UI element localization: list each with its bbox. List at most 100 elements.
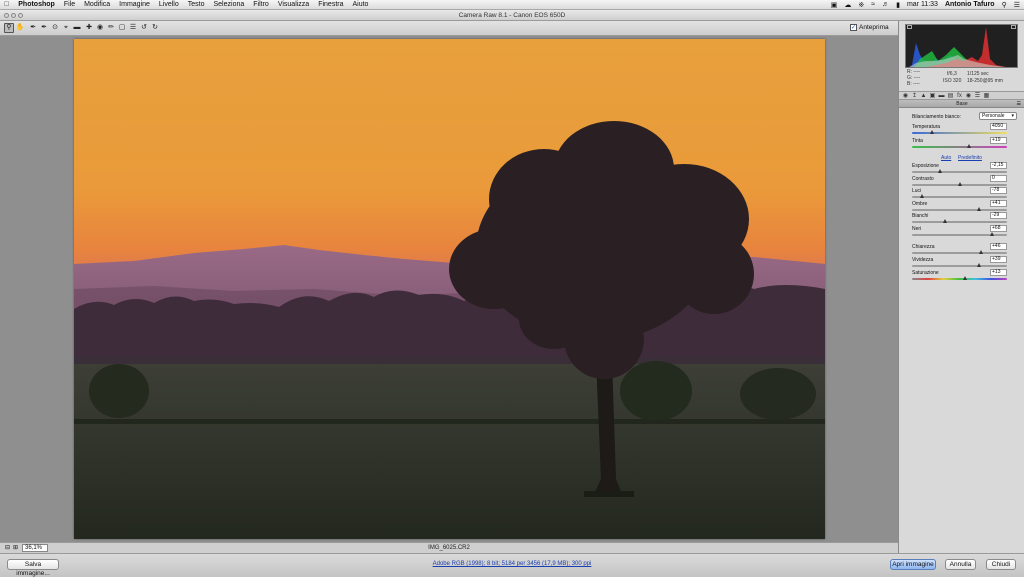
menu-livello[interactable]: Livello [159, 1, 179, 8]
cloud-icon[interactable]: ☁ [844, 1, 851, 9]
slider-label: Tinta [912, 138, 923, 144]
menu-aiuto[interactable]: Aiuto [353, 1, 369, 8]
slider-thumb[interactable] [967, 144, 971, 148]
preferences-icon[interactable]: ☰ [128, 23, 138, 33]
slider-track[interactable] [912, 144, 1007, 148]
slider-label: Ombre [912, 201, 928, 207]
tab-tone-curve-icon[interactable]: ↥ [911, 93, 918, 100]
slider-thumb[interactable] [976, 207, 981, 211]
slider-track[interactable] [912, 194, 1007, 198]
tab-effects-icon[interactable]: fx [956, 93, 963, 100]
menu-visualizza[interactable]: Visualizza [278, 1, 309, 8]
menu-testo[interactable]: Testo [188, 1, 205, 8]
shadow-clipping-warning-icon[interactable] [907, 25, 912, 29]
slider-value-input[interactable]: -2,15 [990, 162, 1007, 169]
slider-track[interactable] [912, 219, 1007, 223]
menu-immagine[interactable]: Immagine [119, 1, 150, 8]
targeted-adjustment-tool-icon[interactable]: ⊙ [50, 23, 60, 33]
spot-removal-tool-icon[interactable]: ✚ [84, 23, 94, 33]
slider-thumb[interactable] [976, 263, 981, 267]
slider-value-input[interactable]: -78 [990, 187, 1007, 194]
tab-presets-icon[interactable]: ☰ [974, 93, 981, 100]
slider-track[interactable] [912, 250, 1007, 254]
notifications-icon[interactable]: ☰ [1014, 1, 1020, 9]
menu-file[interactable]: File [64, 1, 75, 8]
menu-modifica[interactable]: Modifica [84, 1, 110, 8]
menu-app-name[interactable]: Photoshop [18, 1, 55, 8]
open-image-button[interactable]: Apri immagine [890, 559, 936, 570]
workflow-options-link[interactable]: Adobe RGB (1998); 8 bit; 5184 per 3456 (… [0, 561, 1024, 567]
red-eye-tool-icon[interactable]: ◉ [95, 23, 105, 33]
slider-value-input[interactable]: +39 [990, 256, 1007, 263]
chevron-down-icon: ▾ [1011, 113, 1014, 119]
user-name[interactable]: Antonio Tafuro [945, 1, 995, 8]
tab-camera-calibration-icon[interactable]: ◉ [965, 93, 972, 100]
slider-value-input[interactable]: +46 [990, 243, 1007, 250]
window-title: Camera Raw 8.1 - Canon EOS 650D [458, 12, 566, 19]
panel-menu-icon[interactable]: ☰ [1017, 101, 1021, 107]
white-balance-select[interactable]: Personale ▾ [979, 112, 1017, 120]
slider-track[interactable] [912, 130, 1007, 134]
graduated-filter-icon[interactable]: ▢ [117, 23, 127, 33]
close-button[interactable]: Chiudi [986, 559, 1016, 570]
slider-track[interactable] [912, 232, 1007, 236]
slider-track[interactable] [912, 276, 1007, 280]
slider-track[interactable] [912, 169, 1007, 173]
cancel-button[interactable]: Annulla [945, 559, 976, 570]
slider-thumb[interactable] [943, 219, 948, 223]
slider-label: Esposizione [912, 163, 939, 169]
slider-thumb[interactable] [920, 194, 925, 198]
menu-seleziona[interactable]: Seleziona [214, 1, 245, 8]
menu-filtro[interactable]: Filtro [253, 1, 269, 8]
tab-basic-icon[interactable]: ◉ [902, 93, 909, 100]
slider-track[interactable] [912, 263, 1007, 267]
clock[interactable]: mar 11:33 [907, 1, 938, 8]
white-balance-tool-icon[interactable]: ✒ [28, 23, 38, 33]
file-name: IMG_6025.CR2 [428, 545, 470, 551]
slider-value-input[interactable]: +41 [990, 200, 1007, 207]
straighten-tool-icon[interactable]: ▬ [72, 23, 82, 33]
auto-link[interactable]: Auto [941, 155, 951, 161]
color-sampler-tool-icon[interactable]: ✒ [39, 23, 49, 33]
zoom-tool-icon[interactable]: ⚲ [4, 23, 14, 33]
slider-value-input[interactable]: 4050 [990, 123, 1007, 130]
window-title-bar: Camera Raw 8.1 - Canon EOS 650D [0, 10, 1024, 21]
tab-lens-icon[interactable]: ▤ [947, 93, 954, 100]
tab-hsl-icon[interactable]: ▣ [929, 93, 936, 100]
status-icon[interactable]: ▣ [831, 1, 838, 9]
slider-value-input[interactable]: -29 [990, 212, 1007, 219]
wifi-icon[interactable]: ≈ [871, 1, 875, 8]
preview-toggle[interactable]: ✓ Anteprima [850, 24, 889, 31]
slider-thumb[interactable] [937, 169, 942, 173]
slider-value-input[interactable]: +13 [990, 269, 1007, 276]
spotlight-icon[interactable]: ⚲ [1002, 1, 1007, 9]
slider-value-input[interactable]: 0 [990, 175, 1007, 182]
slider-track[interactable] [912, 207, 1007, 211]
default-link[interactable]: Predefinito [958, 155, 982, 161]
apple-icon[interactable]:  [4, 1, 9, 8]
battery-icon[interactable]: ▮ [896, 1, 900, 9]
bluetooth-icon[interactable]: ※ [858, 1, 864, 9]
slider-thumb[interactable] [957, 182, 962, 186]
tab-detail-icon[interactable]: ▲ [920, 93, 927, 100]
slider-thumb[interactable] [989, 232, 994, 236]
image-canvas[interactable] [0, 36, 898, 542]
slider-thumb[interactable] [979, 250, 984, 254]
slider-thumb[interactable] [929, 130, 934, 134]
hand-tool-icon[interactable]: ✋ [15, 23, 25, 33]
tab-split-toning-icon[interactable]: ▬ [938, 93, 945, 100]
menu-finestra[interactable]: Finestra [318, 1, 343, 8]
slider-value-input[interactable]: +19 [990, 137, 1007, 144]
photo-preview[interactable] [74, 39, 825, 539]
crop-tool-icon[interactable]: ⌖ [61, 23, 71, 33]
adjustment-brush-icon[interactable]: ✏ [106, 23, 116, 33]
slider-value-input[interactable]: +68 [990, 225, 1007, 232]
slider-track[interactable] [912, 182, 1007, 186]
highlight-clipping-warning-icon[interactable] [1011, 25, 1016, 29]
rotate-left-icon[interactable]: ↺ [139, 23, 149, 33]
preview-checkbox[interactable]: ✓ [850, 24, 857, 31]
slider-thumb[interactable] [963, 276, 968, 280]
tab-snapshots-icon[interactable]: ▦ [983, 93, 990, 100]
rotate-right-icon[interactable]: ↻ [150, 23, 160, 33]
volume-icon[interactable]: ♬ [882, 1, 889, 8]
